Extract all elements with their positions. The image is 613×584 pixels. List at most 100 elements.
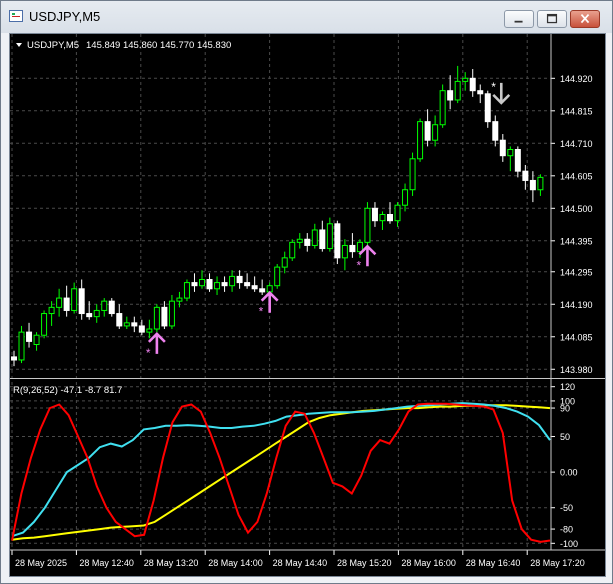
price-tick-label: 144.295 [560,267,593,277]
candle-bear [522,170,529,181]
buy-arrow-icon: * [259,290,279,319]
window-title: USDJPY,M5 [29,9,101,24]
candle-bear [131,322,138,327]
candle-bear [244,282,251,287]
signal-arrows: * * * * [146,80,511,360]
minimize-button[interactable] [504,10,534,28]
indicator-tick-label: 50 [560,432,570,442]
time-tick-label: 28 May 2025 [15,558,67,568]
terminal-window: USDJPY,M5 USDJPY,M5 145.849 145.860 145.… [0,0,613,584]
candle-bull [214,282,221,290]
candle-bear [387,214,393,222]
candle-bull [364,207,371,243]
candle-bull [153,306,160,330]
price-tick-label: 144.085 [560,332,593,342]
candle-bear [191,282,198,287]
candle-bear [236,275,243,284]
candle-bull [439,90,446,126]
candle-bull [296,238,303,243]
candle-bull [341,244,348,259]
time-tick-label: 28 May 16:40 [466,558,521,568]
price-tick-label: 144.710 [560,139,593,149]
candle-bear [477,90,484,95]
candle-bear [484,93,491,123]
buy-arrow-icon: * [146,332,166,360]
candle-bear [221,282,228,287]
candle-bear [206,279,213,290]
candle-bear [78,288,85,315]
candle-bear [161,306,168,327]
title-bar[interactable]: USDJPY,M5 [1,1,612,33]
symbol-dropdown-icon[interactable] [16,43,22,47]
candle-bear [138,325,145,333]
svg-text:*: * [491,80,496,94]
time-tick-label: 28 May 14:00 [208,558,263,568]
restore-icon [546,13,558,24]
candle-bull [537,176,544,191]
symbol-label: USDJPY,M5 [27,40,79,51]
time-axis: 28 May 2025 28 May 12:40 28 May 13:20 28 Ma… [10,34,605,568]
candle-bull [93,309,100,318]
price-tick-label: 144.500 [560,204,593,214]
time-tick-label: 28 May 16:00 [401,558,456,568]
candle-bull [394,204,401,222]
candle-bull [41,313,48,336]
candle-bear [514,149,521,172]
candle-bull [432,124,439,141]
indicator-tick-label: 0.00 [560,468,578,478]
svg-text:*: * [259,305,264,319]
candle-bull [48,306,55,315]
candle-bull [146,328,153,333]
ohlc-readout: 145.849 145.860 145.770 145.830 [86,40,231,51]
candle-bear [424,121,431,141]
candle-bull [507,149,514,157]
candle-bear [86,313,93,318]
candle-bear [529,179,536,191]
candle-bear [492,121,499,141]
price-tick-label: 144.920 [560,74,593,84]
candle-bull [274,266,281,287]
candle-bear [11,356,17,361]
candle-bull [101,300,108,311]
candle-bull [417,121,424,160]
candle-bull [168,300,175,327]
candle-bull [402,189,409,206]
indicator-line-fast [11,402,551,543]
candle-bull [281,257,288,268]
candle-bull [326,223,333,250]
indicator-tick-label: 120 [560,382,575,392]
candle-bear [319,229,326,250]
candle-bear [259,288,266,293]
indicator-tick-label: -80 [560,525,573,535]
candle-bear [499,139,506,157]
candle-bull [18,331,25,361]
candle-bear [447,90,454,101]
candle-bear [334,223,341,259]
close-icon [580,13,590,24]
chart-canvas[interactable]: USDJPY,M5 145.849 145.860 145.770 145.83… [10,34,605,576]
candle-bear [371,207,378,222]
candle-bear [116,313,123,327]
indicator-label: R(9,26,52) -47.1 -8.7 81.7 [13,385,122,396]
price-tick-label: 143.980 [560,365,593,375]
chart-window-icon[interactable] [9,10,23,22]
indicator-tick-label: 90 [560,404,570,414]
candle-bull [199,279,205,287]
candle-bear [469,77,476,92]
candle-bull [462,77,469,82]
price-tick-label: 144.605 [560,171,593,181]
indicator-line-medium [11,402,551,538]
restore-button[interactable] [537,10,567,28]
candle-bear [349,244,356,253]
indicator-tick-label: -50 [560,503,573,513]
candle-bear [26,331,33,342]
candle-bull [33,334,40,346]
candle-bull [56,297,63,308]
candle-bull [409,158,416,191]
close-button[interactable] [570,10,600,28]
minimize-icon [514,20,523,23]
candle-bear [108,300,115,315]
chart-area[interactable]: USDJPY,M5 145.849 145.860 145.770 145.83… [9,33,606,577]
candle-bull [183,282,190,299]
time-tick-label: 28 May 14:40 [273,558,328,568]
